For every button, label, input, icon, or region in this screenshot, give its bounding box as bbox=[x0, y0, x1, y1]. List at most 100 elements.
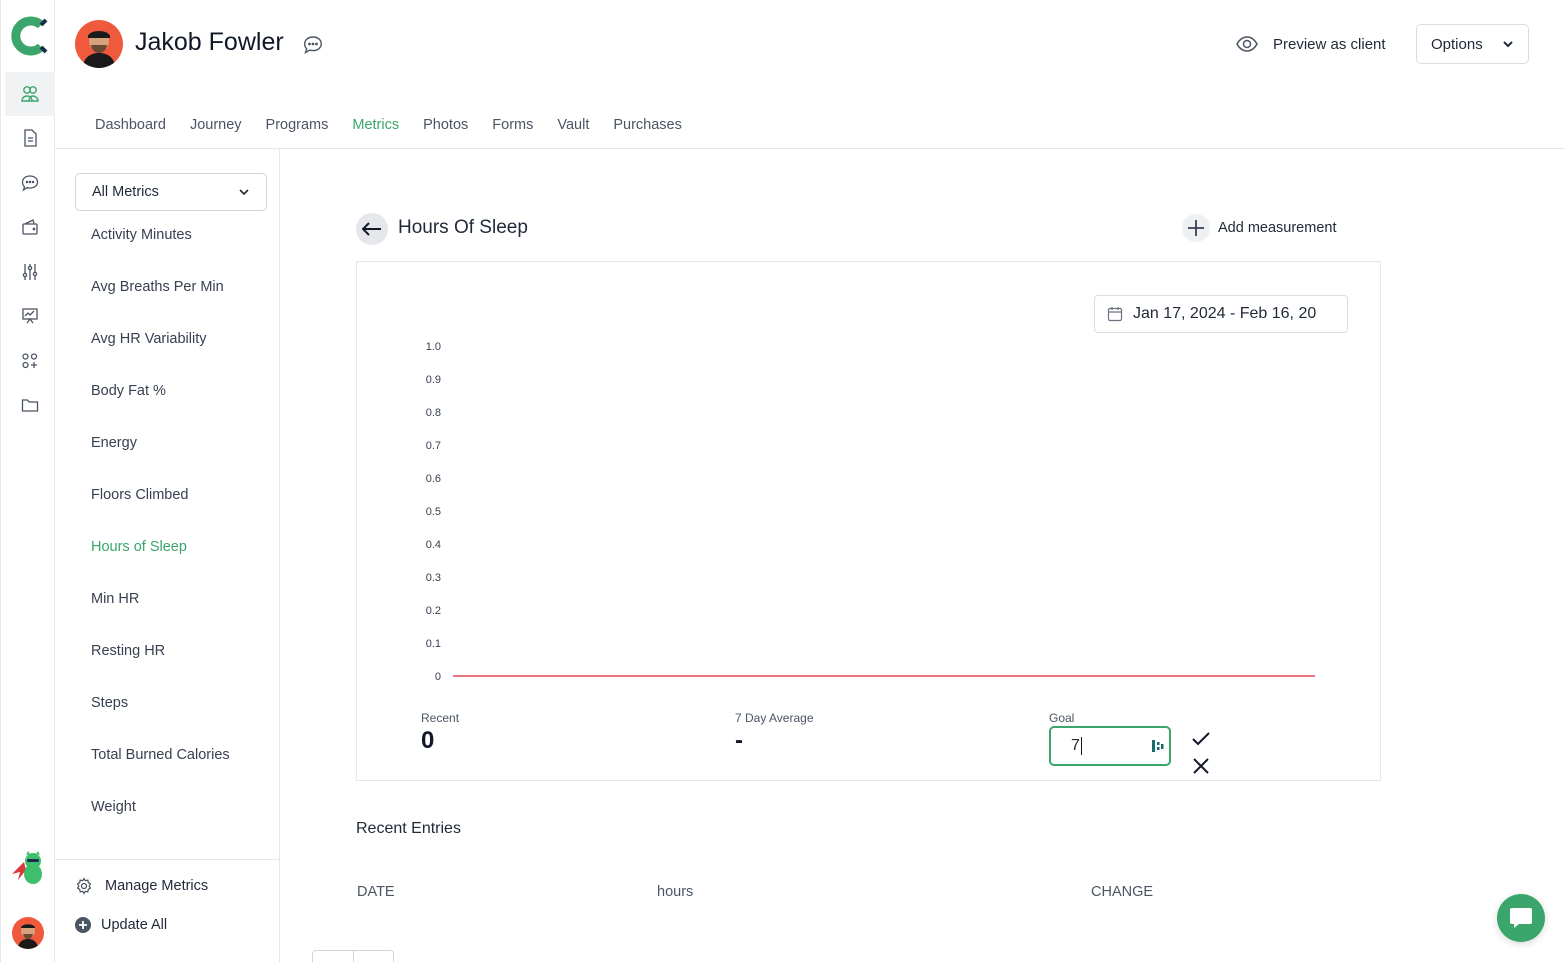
password-manager-icon[interactable] bbox=[1151, 739, 1165, 753]
eye-icon bbox=[1236, 36, 1258, 52]
cancel-goal-icon[interactable] bbox=[1191, 756, 1211, 776]
preview-as-client-button[interactable]: Preview as client bbox=[1235, 32, 1386, 56]
stat-avg-value: - bbox=[735, 727, 743, 754]
calendar-icon bbox=[1107, 307, 1123, 322]
message-client-icon[interactable] bbox=[302, 34, 324, 56]
client-name: Jakob Fowler bbox=[135, 28, 284, 56]
client-avatar bbox=[75, 20, 123, 68]
metric-item-activity-minutes[interactable]: Activity Minutes bbox=[91, 227, 230, 279]
tab-metrics[interactable]: Metrics bbox=[352, 117, 399, 133]
tab-photos[interactable]: Photos bbox=[423, 117, 468, 133]
metric-list: Activity Minutes Avg Breaths Per Min Avg… bbox=[91, 227, 230, 851]
y-tick-label: 0.6 bbox=[426, 473, 441, 485]
metric-filter-value: All Metrics bbox=[92, 184, 159, 200]
add-measurement-label: Add measurement bbox=[1218, 220, 1337, 236]
y-tick-label: 0.4 bbox=[426, 539, 441, 551]
plus-icon bbox=[1182, 214, 1210, 242]
stat-recent-label: Recent bbox=[421, 711, 460, 725]
rail-adjustments[interactable] bbox=[5, 250, 55, 294]
metric-item-avg-breaths[interactable]: Avg Breaths Per Min bbox=[91, 279, 230, 331]
options-label: Options bbox=[1431, 35, 1483, 53]
date-range-picker[interactable]: Jan 17, 2024 - Feb 16, 20 bbox=[1094, 295, 1348, 333]
chevron-down-icon bbox=[1503, 41, 1513, 48]
metric-item-min-hr[interactable]: Min HR bbox=[91, 591, 230, 643]
rail-clients[interactable] bbox=[5, 72, 55, 116]
rail-messages[interactable] bbox=[5, 161, 55, 205]
presentation-icon bbox=[22, 308, 38, 324]
stat-7day-average: 7 Day Average - bbox=[735, 711, 814, 755]
rail-reports[interactable] bbox=[5, 294, 55, 338]
folder-icon bbox=[21, 399, 39, 412]
back-button[interactable] bbox=[356, 213, 388, 245]
chevron-down-icon bbox=[239, 189, 249, 196]
y-tick-label: 0.5 bbox=[426, 506, 441, 518]
metrics-sidebar: All Metrics Activity Minutes Avg Breaths… bbox=[55, 149, 280, 962]
stat-goal: Goal bbox=[1049, 711, 1074, 725]
gear-icon bbox=[76, 877, 92, 895]
confirm-goal-icon[interactable] bbox=[1191, 730, 1211, 748]
column-header-date: DATE bbox=[357, 884, 395, 900]
metric-item-total-burned-calories[interactable]: Total Burned Calories bbox=[91, 747, 230, 799]
metric-item-energy[interactable]: Energy bbox=[91, 435, 230, 487]
tab-dashboard[interactable]: Dashboard bbox=[95, 117, 166, 133]
metric-item-resting-hr[interactable]: Resting HR bbox=[91, 643, 230, 695]
metric-item-weight[interactable]: Weight bbox=[91, 799, 230, 851]
y-tick-label: 0.7 bbox=[426, 440, 441, 452]
client-header: Jakob Fowler Preview as client Options D… bbox=[55, 0, 1565, 149]
metric-item-avg-hr-variability[interactable]: Avg HR Variability bbox=[91, 331, 230, 383]
goal-input[interactable]: 7 bbox=[1049, 726, 1171, 766]
column-header-change: CHANGE bbox=[1091, 884, 1154, 900]
metric-title: Hours Of Sleep bbox=[398, 217, 528, 238]
tab-vault[interactable]: Vault bbox=[557, 117, 589, 133]
sleep-line-chart: 0 0.1 0.2 0.3 0.4 0.5 0.6 0.7 0.8 0.9 1.0 bbox=[426, 341, 1315, 683]
stat-avg-label: 7 Day Average bbox=[735, 711, 814, 725]
tab-programs[interactable]: Programs bbox=[266, 117, 329, 133]
tab-purchases[interactable]: Purchases bbox=[613, 117, 682, 133]
y-tick-label: 0.9 bbox=[426, 374, 441, 386]
date-range-value: Jan 17, 2024 - Feb 16, 20 bbox=[1133, 305, 1317, 322]
apps-add-icon bbox=[22, 353, 38, 369]
metric-item-steps[interactable]: Steps bbox=[91, 695, 230, 747]
stat-recent: Recent 0 bbox=[421, 711, 459, 755]
metric-item-hours-of-sleep[interactable]: Hours of Sleep bbox=[91, 539, 230, 591]
update-all-button[interactable]: Update All bbox=[75, 917, 167, 933]
tab-forms[interactable]: Forms bbox=[492, 117, 533, 133]
stat-goal-label: Goal bbox=[1049, 711, 1075, 725]
wallet-icon bbox=[22, 219, 38, 235]
document-icon bbox=[24, 129, 37, 147]
metric-item-floors-climbed[interactable]: Floors Climbed bbox=[91, 487, 230, 539]
y-tick-label: 1.0 bbox=[426, 341, 441, 353]
pagination bbox=[312, 950, 394, 962]
app-logo[interactable] bbox=[10, 16, 48, 56]
pagination-next[interactable] bbox=[354, 951, 394, 962]
column-header-hours: hours bbox=[657, 884, 694, 900]
sidebar-footer-divider bbox=[55, 859, 280, 860]
rail-files[interactable] bbox=[5, 383, 55, 427]
user-avatar[interactable] bbox=[12, 917, 44, 949]
support-chat-button[interactable] bbox=[1497, 894, 1545, 942]
sliders-icon bbox=[22, 264, 38, 280]
y-tick-label: 0.2 bbox=[426, 605, 441, 617]
options-dropdown[interactable]: Options bbox=[1416, 24, 1529, 64]
y-tick-label: 0.1 bbox=[426, 638, 441, 650]
add-measurement-button[interactable]: Add measurement bbox=[1182, 214, 1336, 242]
metric-filter-select[interactable]: All Metrics bbox=[75, 173, 267, 211]
y-tick-label: 0.3 bbox=[426, 572, 441, 584]
manage-metrics-label: Manage Metrics bbox=[105, 878, 209, 894]
rail-payments[interactable] bbox=[5, 205, 55, 249]
preview-label: Preview as client bbox=[1273, 35, 1386, 53]
manage-metrics-button[interactable]: Manage Metrics bbox=[75, 877, 208, 895]
text-caret bbox=[1080, 737, 1082, 755]
metric-item-body-fat[interactable]: Body Fat % bbox=[91, 383, 230, 435]
clients-icon bbox=[21, 86, 39, 102]
tab-journey[interactable]: Journey bbox=[190, 117, 242, 133]
y-tick-label: 0.8 bbox=[426, 407, 441, 419]
rail-apps[interactable] bbox=[5, 339, 55, 383]
pagination-prev[interactable] bbox=[313, 951, 354, 962]
arrow-left-icon bbox=[362, 222, 381, 236]
mascot-icon[interactable] bbox=[10, 850, 48, 886]
metric-chart-card: Jan 17, 2024 - Feb 16, 20 0 0.1 0.2 0.3 0.4 0… bbox=[356, 261, 1381, 781]
app-rail bbox=[0, 0, 55, 962]
update-all-label: Update All bbox=[101, 917, 168, 933]
rail-documents[interactable] bbox=[5, 116, 55, 160]
